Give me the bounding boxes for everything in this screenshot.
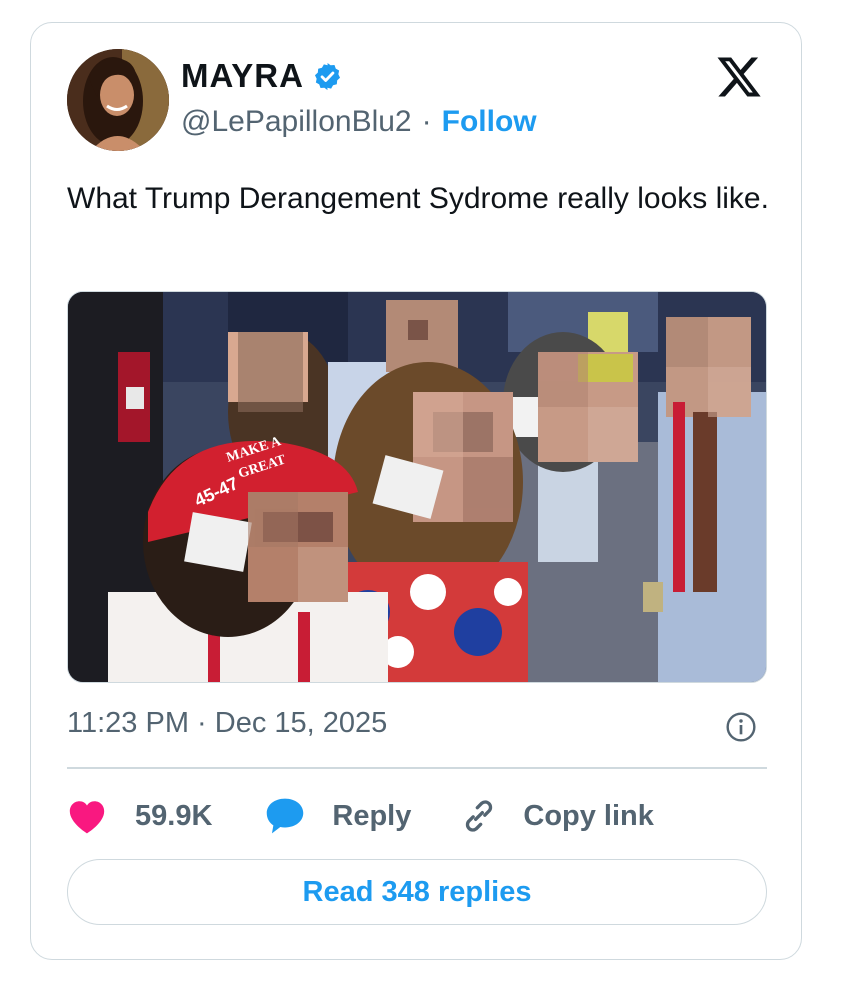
read-replies-button[interactable]: Read 348 replies xyxy=(67,859,767,925)
divider xyxy=(67,767,767,769)
verified-badge-icon xyxy=(312,61,343,92)
copy-link-label: Copy link xyxy=(523,799,654,832)
display-name[interactable]: MAYRA xyxy=(181,57,304,95)
link-icon xyxy=(459,796,499,836)
tweet-timestamp[interactable]: 11:23 PM · Dec 15, 2025 xyxy=(67,707,387,740)
author-handle[interactable]: @LePapillonBlu2 xyxy=(181,105,412,139)
reply-button[interactable]: Reply xyxy=(264,796,411,836)
x-logo-icon[interactable] xyxy=(715,53,763,101)
reply-label: Reply xyxy=(332,799,412,832)
follow-button[interactable]: Follow xyxy=(442,105,537,139)
tweet-text: What Trump Derangement Sydrome really lo… xyxy=(67,182,769,215)
action-bar: 59.9K Reply Copy link xyxy=(67,791,654,841)
heart-icon xyxy=(67,798,107,834)
info-icon[interactable] xyxy=(725,711,757,743)
avatar[interactable] xyxy=(67,49,169,151)
like-button[interactable]: 59.9K xyxy=(67,798,212,834)
separator-dot: · xyxy=(421,105,432,138)
reply-bubble-icon xyxy=(264,796,306,836)
likes-count: 59.9K xyxy=(135,799,213,832)
tweet-embed-card: MAYRA @LePapillonBlu2 · Follow What Trum… xyxy=(30,22,802,960)
tweet-photo[interactable]: 45-47 MAKE A GREAT xyxy=(67,291,767,683)
copy-link-button[interactable]: Copy link xyxy=(459,796,654,836)
